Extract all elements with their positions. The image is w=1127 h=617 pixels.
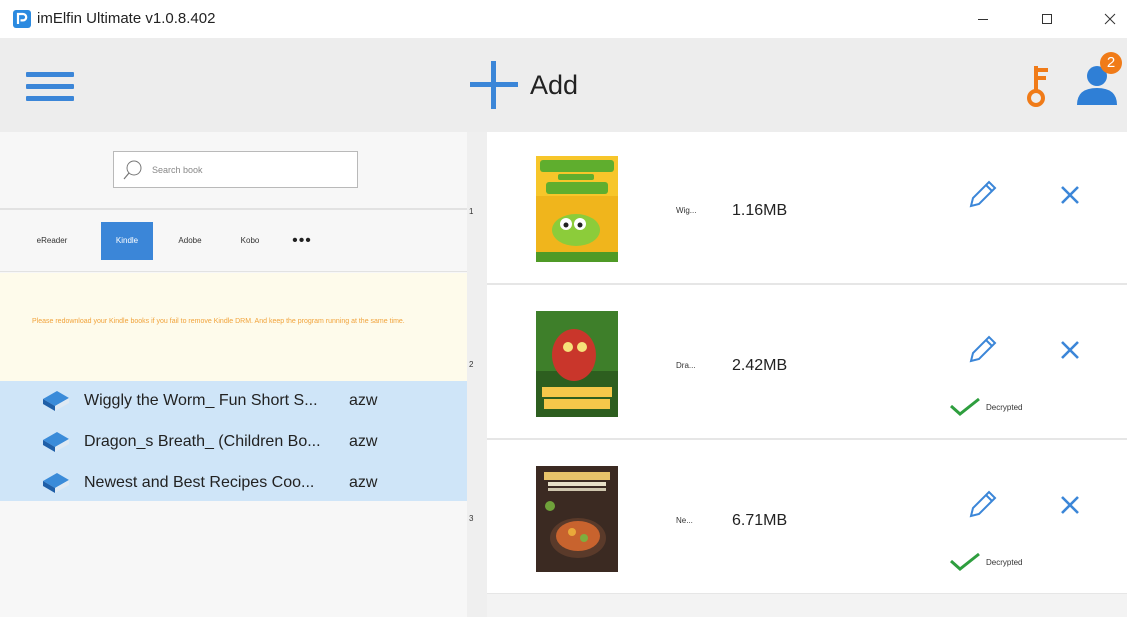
close-icon bbox=[1104, 13, 1116, 25]
minimize-icon bbox=[978, 19, 988, 20]
app-window: imElfin Ultimate v1.0.8.402 Add 2 Search… bbox=[0, 0, 1127, 617]
status-text: Decrypted bbox=[986, 402, 1023, 412]
user-button[interactable]: 2 bbox=[1072, 52, 1126, 108]
search-icon bbox=[123, 160, 142, 180]
book-list-item[interactable]: Newest and Best Recipes Coo... azw bbox=[0, 463, 467, 501]
notification-badge: 2 bbox=[1100, 52, 1122, 74]
checkmark-icon bbox=[950, 397, 980, 416]
book-cover-image bbox=[536, 156, 618, 262]
file-size: 1.16MB bbox=[732, 202, 788, 219]
book-title: Newest and Best Recipes Coo... bbox=[84, 474, 315, 491]
book-item: Wig... 1.16MB bbox=[487, 132, 1127, 285]
close-button[interactable] bbox=[1090, 6, 1127, 32]
remove-icon[interactable] bbox=[1059, 339, 1081, 361]
row-index: 3 bbox=[469, 514, 474, 523]
plus-icon bbox=[470, 61, 518, 109]
edit-icon[interactable] bbox=[965, 178, 999, 212]
source-tabs: eReader Kindle Adobe Kobo ••• bbox=[0, 222, 467, 262]
row-index: 1 bbox=[469, 207, 474, 216]
book-icon bbox=[43, 432, 69, 452]
checkmark-icon bbox=[950, 552, 980, 571]
remove-icon[interactable] bbox=[1059, 494, 1081, 516]
notice-banner: Please redownload your Kindle books if y… bbox=[0, 273, 467, 381]
more-tabs-button[interactable]: ••• bbox=[282, 222, 322, 260]
window-title: imElfin Ultimate v1.0.8.402 bbox=[37, 10, 216, 27]
book-title: Dragon_s Breath_ (Children Bo... bbox=[84, 433, 321, 450]
status-text: Decrypted bbox=[986, 557, 1023, 567]
divider bbox=[0, 208, 467, 210]
key-icon[interactable] bbox=[1021, 62, 1055, 110]
status-indicator: Decrypted bbox=[948, 552, 1022, 572]
file-size: 6.71MB bbox=[732, 512, 788, 529]
tab-adobe[interactable]: Adobe bbox=[168, 222, 212, 260]
status-indicator: Decrypted bbox=[948, 397, 1022, 417]
book-icon bbox=[43, 473, 69, 493]
file-size: 2.42MB bbox=[732, 357, 788, 374]
minimize-button[interactable] bbox=[963, 6, 1003, 32]
app-logo-icon bbox=[13, 10, 31, 28]
panel-splitter[interactable] bbox=[467, 132, 487, 617]
title-bar: imElfin Ultimate v1.0.8.402 bbox=[0, 0, 1127, 38]
edit-icon[interactable] bbox=[965, 333, 999, 367]
conversion-list: Wig... 1.16MB Dra... 2.42MB Decrypted Ne… bbox=[487, 132, 1127, 617]
remove-icon[interactable] bbox=[1059, 184, 1081, 206]
book-format: azw bbox=[349, 392, 378, 409]
book-list: Wiggly the Worm_ Fun Short S... azw Drag… bbox=[0, 381, 467, 501]
book-list-item[interactable]: Dragon_s Breath_ (Children Bo... azw bbox=[0, 422, 467, 460]
book-short-name: Wig... bbox=[676, 206, 697, 215]
tab-kobo[interactable]: Kobo bbox=[230, 222, 270, 260]
divider bbox=[0, 271, 467, 272]
book-title: Wiggly the Worm_ Fun Short S... bbox=[84, 392, 318, 409]
book-cover-image bbox=[536, 466, 618, 572]
add-button[interactable]: Add bbox=[468, 60, 578, 110]
add-label: Add bbox=[530, 69, 579, 100]
list-footer bbox=[487, 594, 1127, 617]
hamburger-menu-icon[interactable] bbox=[26, 66, 74, 106]
tab-kindle[interactable]: Kindle bbox=[101, 222, 153, 260]
maximize-icon bbox=[1042, 14, 1052, 24]
edit-icon[interactable] bbox=[965, 488, 999, 522]
maximize-button[interactable] bbox=[1027, 6, 1067, 32]
book-list-item[interactable]: Wiggly the Worm_ Fun Short S... azw bbox=[0, 381, 467, 419]
book-item: Ne... 6.71MB Decrypted bbox=[487, 442, 1127, 595]
book-format: azw bbox=[349, 474, 378, 491]
book-item: Dra... 2.42MB Decrypted bbox=[487, 287, 1127, 440]
book-short-name: Ne... bbox=[676, 516, 693, 525]
search-input[interactable] bbox=[152, 163, 342, 177]
book-icon bbox=[43, 391, 69, 411]
notice-text: Please redownload your Kindle books if y… bbox=[32, 318, 405, 325]
tab-ereader[interactable]: eReader bbox=[30, 222, 74, 260]
row-index: 2 bbox=[469, 360, 474, 369]
search-box[interactable] bbox=[113, 151, 358, 188]
book-format: azw bbox=[349, 433, 378, 450]
library-panel: eReader Kindle Adobe Kobo ••• Please red… bbox=[0, 132, 467, 617]
book-cover-image bbox=[536, 311, 618, 417]
book-short-name: Dra... bbox=[676, 361, 696, 370]
toolbar: Add 2 bbox=[0, 38, 1127, 132]
